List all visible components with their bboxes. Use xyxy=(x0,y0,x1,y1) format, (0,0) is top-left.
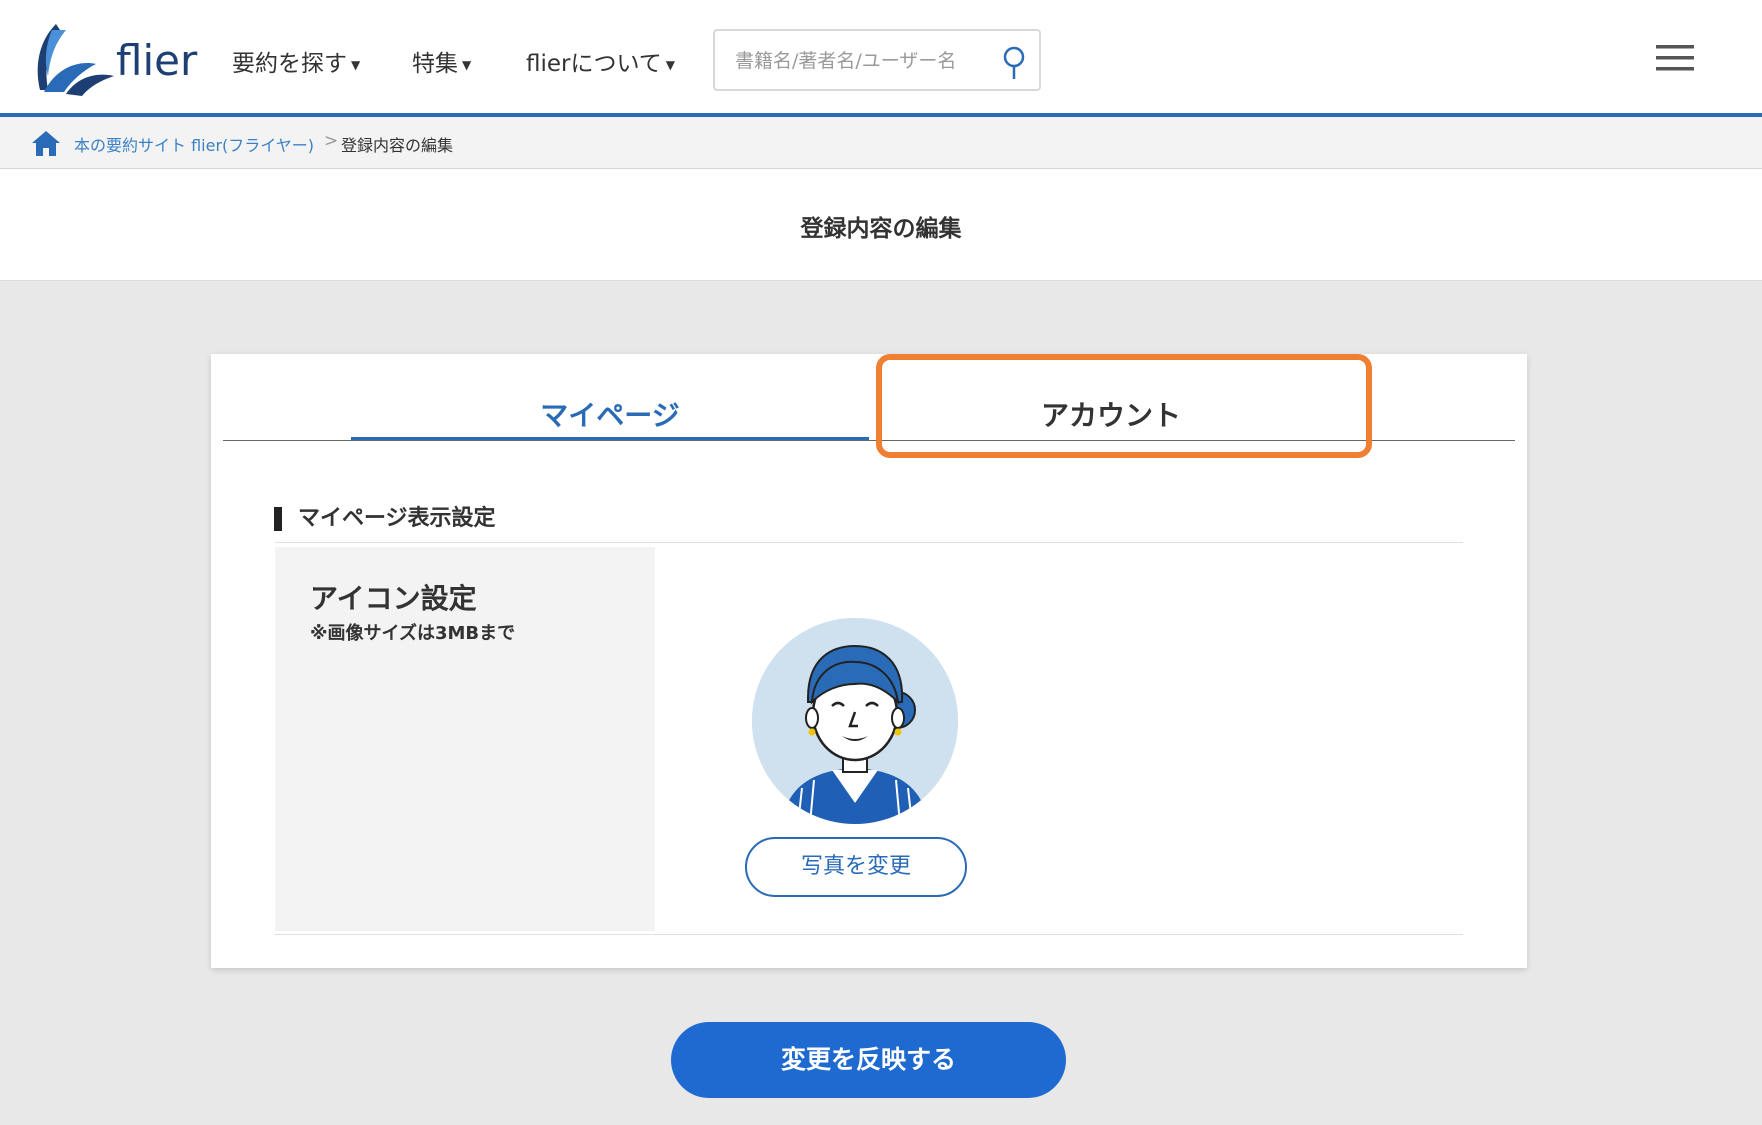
caret-down-icon: ▼ xyxy=(351,57,361,72)
tab-divider xyxy=(223,440,1515,441)
divider xyxy=(275,934,1463,935)
caret-down-icon: ▼ xyxy=(665,57,676,72)
section-heading: マイページ表示設定 xyxy=(274,507,496,531)
search-input[interactable] xyxy=(733,43,987,79)
divider xyxy=(275,542,1463,543)
avatar-illustration-icon xyxy=(752,618,958,824)
icon-setting-label-cell: アイコン設定 ※画像サイズは3MBまで xyxy=(275,547,655,931)
edit-card: マイページ アカウント マイページ表示設定 アイコン設定 ※画像サイズは3MBま… xyxy=(211,354,1527,968)
hamburger-menu-icon[interactable] xyxy=(1656,44,1694,72)
search-icon[interactable] xyxy=(1001,45,1027,81)
search-box xyxy=(713,29,1041,91)
breadcrumb-separator: > xyxy=(324,131,339,151)
logo-text: flier xyxy=(116,36,198,85)
site-header: flier 要約を探す ▼ 特集 ▼ flierについて ▼ xyxy=(0,0,1762,117)
home-icon[interactable] xyxy=(30,129,62,157)
avatar xyxy=(752,618,958,824)
icon-size-note: ※画像サイズは3MBまで xyxy=(310,623,516,644)
tab-account[interactable]: アカウント xyxy=(879,394,1343,440)
icon-setting-label: アイコン設定 xyxy=(310,582,477,615)
breadcrumb-current: 登録内容の編集 xyxy=(341,136,454,155)
breadcrumb: 本の要約サイト flier(フライヤー) > 登録内容の編集 xyxy=(0,117,1762,169)
page-title: 登録内容の編集 xyxy=(800,216,962,242)
nav-about-flier[interactable]: flierについて ▼ xyxy=(526,44,675,78)
breadcrumb-home-link[interactable]: 本の要約サイト flier(フライヤー) xyxy=(74,132,314,156)
change-photo-button[interactable]: 写真を変更 xyxy=(745,837,967,897)
caret-down-icon: ▼ xyxy=(462,57,472,72)
apply-changes-button[interactable]: 変更を反映する xyxy=(671,1022,1066,1098)
title-band: 登録内容の編集 xyxy=(0,169,1762,281)
nav-features[interactable]: 特集 ▼ xyxy=(412,44,471,78)
tab-mypage[interactable]: マイページ xyxy=(351,394,869,440)
nav-search-summaries[interactable]: 要約を探す ▼ xyxy=(232,44,360,78)
